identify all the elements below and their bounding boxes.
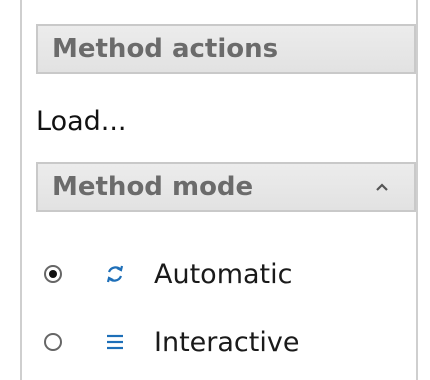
- method-actions-header: Method actions: [36, 24, 416, 74]
- method-mode-header-label: Method mode: [52, 172, 254, 202]
- method-mode-header[interactable]: Method mode: [36, 162, 416, 212]
- mode-option-automatic[interactable]: Automatic: [44, 252, 292, 296]
- method-panel: Method actions Load... Method mode Autom…: [20, 0, 418, 380]
- list-lines-icon: [107, 334, 123, 350]
- chevron-up-icon[interactable]: [372, 177, 392, 197]
- method-actions-header-label: Method actions: [52, 34, 279, 64]
- mode-option-interactive[interactable]: Interactive: [44, 320, 299, 364]
- interactive-label: Interactive: [154, 326, 300, 358]
- interactive-radio[interactable]: [44, 333, 62, 351]
- load-method-link[interactable]: Load...: [36, 106, 127, 137]
- automatic-radio[interactable]: [44, 265, 62, 283]
- sync-arrows-icon: [106, 265, 124, 283]
- automatic-label: Automatic: [154, 258, 293, 290]
